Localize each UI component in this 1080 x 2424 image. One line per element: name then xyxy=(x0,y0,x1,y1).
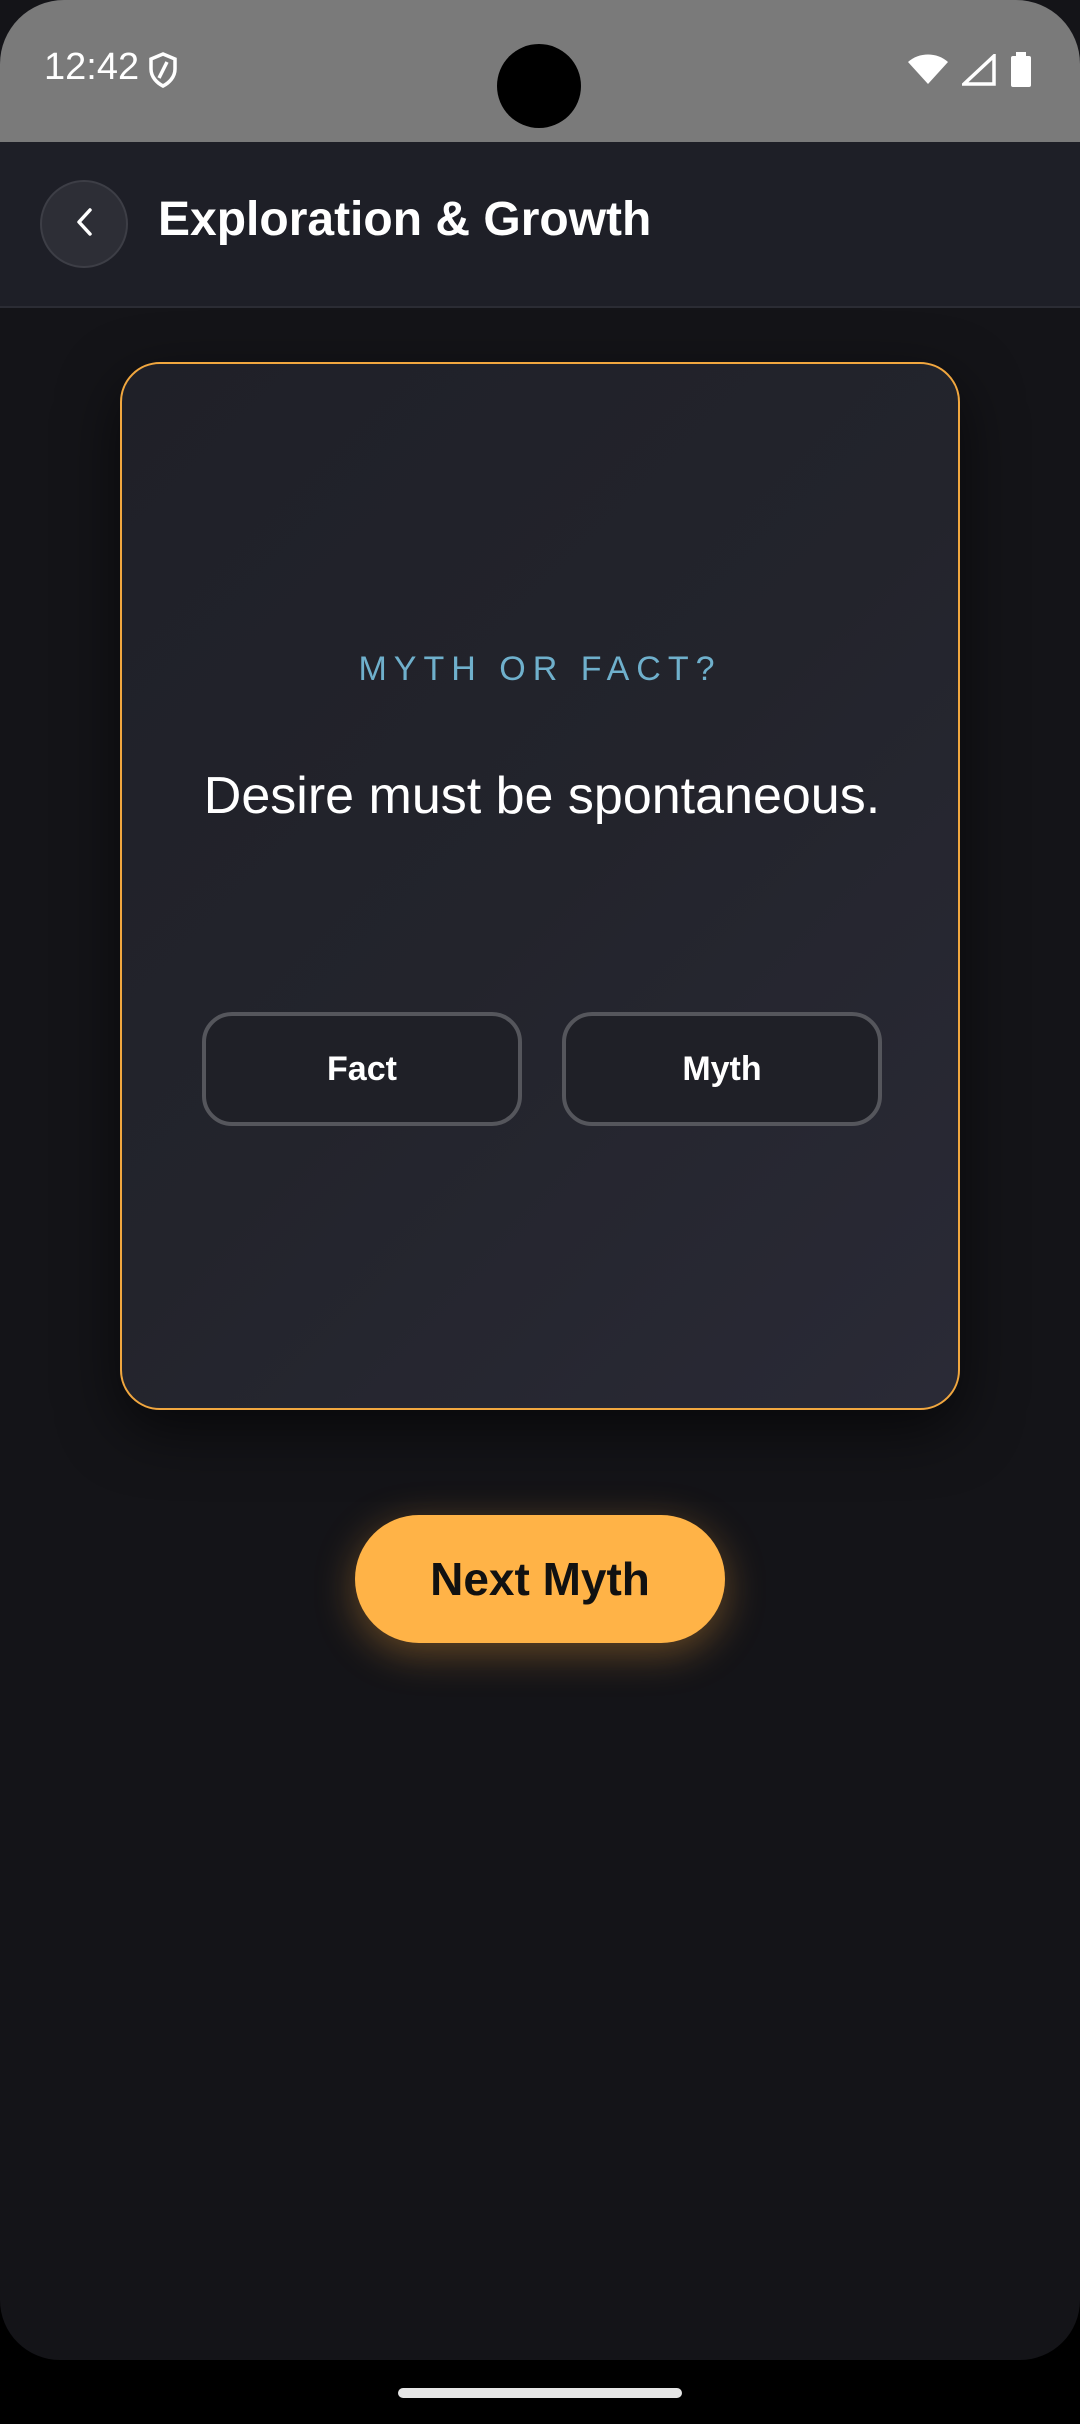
camera-cutout xyxy=(497,44,581,128)
chevron-left-icon xyxy=(72,204,96,245)
battery-icon xyxy=(1010,52,1032,93)
home-indicator[interactable] xyxy=(398,2388,682,2398)
fact-button[interactable]: Fact xyxy=(202,1012,522,1126)
cell-signal-icon xyxy=(959,51,996,91)
page-title: Exploration & Growth xyxy=(158,193,652,246)
status-bar: 12:42 xyxy=(0,0,1080,142)
app-screen: 12:42 Exploration & Growth MYTH OR FACT?… xyxy=(0,0,1080,2360)
next-myth-button[interactable]: Next Myth xyxy=(355,1515,725,1643)
card-statement: Desire must be spontaneous. xyxy=(203,767,881,825)
myth-button[interactable]: Myth xyxy=(562,1012,882,1126)
myth-card: MYTH OR FACT? Desire must be spontaneous… xyxy=(120,362,960,1410)
app-bar: Exploration & Growth xyxy=(0,142,1080,308)
status-time: 12:42 xyxy=(44,46,140,88)
card-kicker: MYTH OR FACT? xyxy=(358,650,722,688)
wifi-icon xyxy=(908,54,948,91)
back-button[interactable] xyxy=(40,180,128,268)
shield-icon xyxy=(148,52,178,93)
